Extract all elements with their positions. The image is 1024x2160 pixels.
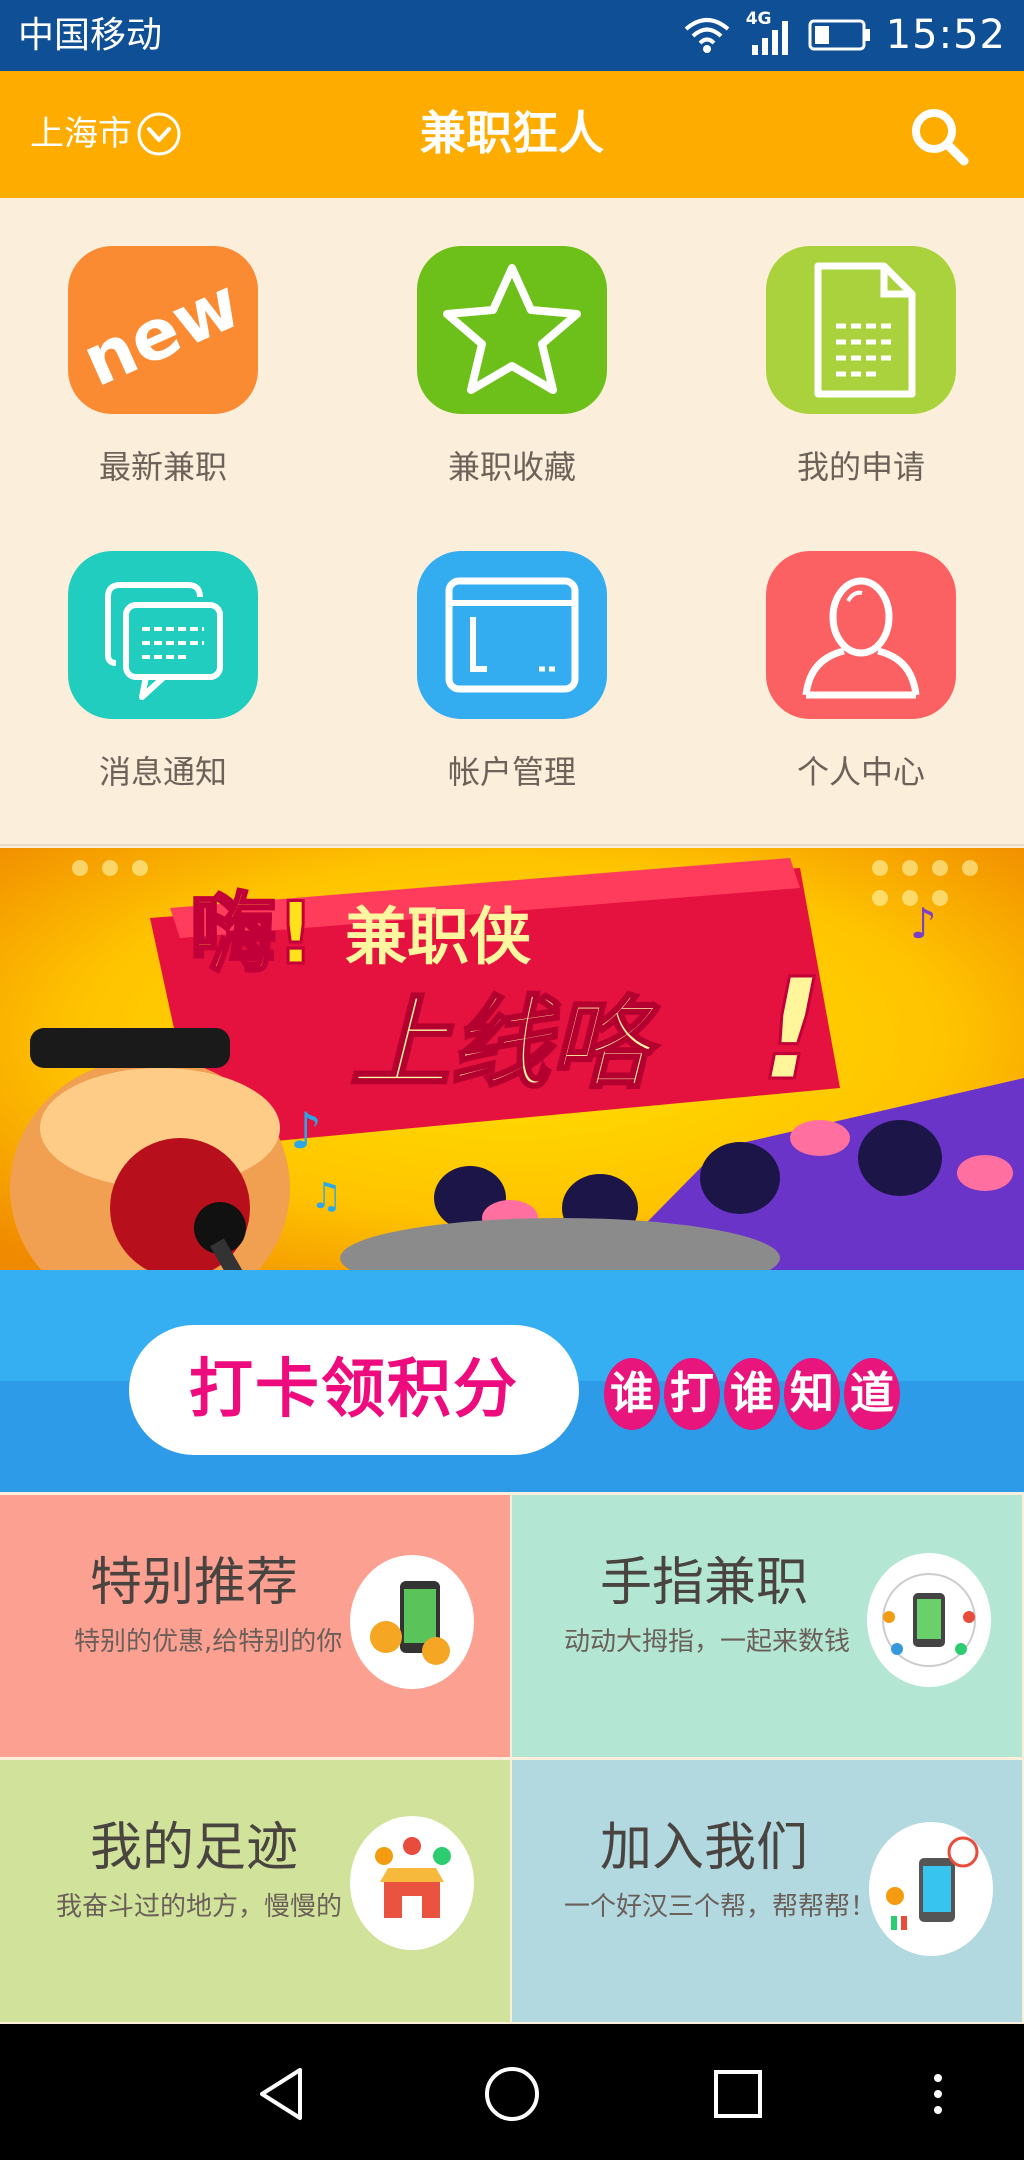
card-join-us[interactable]: 加入我们 一个好汉三个帮，帮帮帮！ — [512, 1760, 1022, 2022]
carrier-name: 中国移动 — [18, 15, 163, 56]
menu-item-my-applications[interactable]: 我的申请 — [711, 198, 1011, 498]
menu-item-favorites[interactable]: 兼职收藏 — [362, 198, 662, 498]
signal-icon: 4G — [746, 9, 794, 57]
menu-label: 个人中心 — [796, 753, 925, 791]
app-screen: 中国移动 4G 15:52 上海市 兼职狂人 new 最新兼职 兼职收藏 我的申… — [0, 0, 1024, 2160]
card-subtitle: 特别的优惠,给特别的你 — [74, 1627, 343, 1657]
home-icon[interactable] — [480, 2062, 544, 2126]
checkin-section: 打卡领积分 谁 打 谁 知 道 — [0, 1270, 1024, 1492]
menu-grid: new 最新兼职 兼职收藏 我的申请 消息通知 帐户管理 个人中心 — [0, 198, 1024, 846]
card-title: 特别推荐 — [90, 1553, 299, 1613]
recents-icon[interactable] — [706, 2062, 770, 2126]
checkin-button[interactable]: 打卡领积分 — [129, 1325, 579, 1455]
tagline-char: 谁 — [604, 1358, 660, 1430]
menu-label: 帐户管理 — [447, 753, 576, 791]
svg-text:♫: ♫ — [310, 1176, 342, 1217]
phone-people-icon — [867, 1553, 991, 1687]
star-icon — [417, 246, 607, 414]
card-subtitle: 一个好汉三个帮，帮帮帮！ — [564, 1892, 877, 1922]
card-title: 我的足迹 — [90, 1818, 299, 1878]
clock: 15:52 — [885, 12, 1006, 58]
status-icons: 4G 15:52 — [682, 9, 1006, 60]
menu-label: 兼职收藏 — [447, 448, 576, 486]
menu-item-profile[interactable]: 个人中心 — [711, 503, 1011, 803]
message-icon — [68, 551, 258, 719]
more-icon[interactable] — [906, 2062, 970, 2126]
app-header: 上海市 兼职狂人 — [0, 71, 1024, 198]
card-title: 手指兼职 — [600, 1553, 809, 1613]
page-title: 兼职狂人 — [420, 106, 604, 160]
menu-item-latest-jobs[interactable]: new 最新兼职 — [13, 198, 313, 498]
person-icon — [766, 551, 956, 719]
system-nav-bar — [0, 2024, 1024, 2160]
battery-icon — [808, 19, 870, 51]
tagline-char: 谁 — [724, 1358, 780, 1430]
menu-item-notifications[interactable]: 消息通知 — [13, 503, 313, 803]
shop-icon — [350, 1816, 474, 1950]
back-icon[interactable] — [250, 2062, 314, 2126]
menu-item-account[interactable]: 帐户管理 — [362, 503, 662, 803]
card-subtitle: 我奋斗过的地方，慢慢的 — [56, 1892, 343, 1922]
document-icon — [766, 246, 956, 414]
banner-mark: ! — [760, 949, 824, 1112]
card-title: 加入我们 — [600, 1818, 809, 1878]
menu-label: 我的申请 — [796, 448, 925, 486]
banner-line2: 兼职侠 — [345, 900, 532, 973]
tagline-char: 道 — [844, 1358, 900, 1430]
tagline-char: 知 — [784, 1358, 840, 1430]
wifi-icon — [684, 18, 730, 53]
card-special-recommend[interactable]: 特别推荐 特别的优惠,给特别的你 — [0, 1495, 510, 1757]
svg-text:new: new — [71, 262, 252, 403]
atm-phone-icon — [869, 1822, 993, 1956]
svg-text:♪: ♪ — [910, 899, 937, 948]
card-my-footprint[interactable]: 我的足迹 我奋斗过的地方，慢慢的 — [0, 1760, 510, 2022]
card-finger-jobs[interactable]: 手指兼职 动动大拇指，一起来数钱 — [512, 1495, 1022, 1757]
promo-banner[interactable]: 嗨! 兼职侠 上线咯 ! ♪ ♪ ♫ — [0, 848, 1024, 1270]
tagline-char: 打 — [664, 1358, 720, 1430]
new-icon: new — [68, 246, 258, 414]
status-bar: 中国移动 4G 15:52 — [0, 0, 1024, 71]
search-icon[interactable] — [908, 105, 972, 169]
menu-label: 最新兼职 — [98, 448, 227, 486]
promo-banner-art: 嗨! 兼职侠 上线咯 ! ♪ ♪ ♫ — [0, 848, 1024, 1270]
phone-money-icon — [350, 1555, 474, 1689]
card-subtitle: 动动大拇指，一起来数钱 — [564, 1627, 851, 1657]
svg-text:♪: ♪ — [290, 1102, 322, 1160]
banner-line1: 嗨! — [190, 884, 315, 984]
banner-line3: 上线咯 — [350, 985, 660, 1102]
menu-label: 消息通知 — [98, 753, 227, 791]
wallet-icon — [417, 551, 607, 719]
checkin-tagline: 谁 打 谁 知 道 — [604, 1358, 900, 1430]
